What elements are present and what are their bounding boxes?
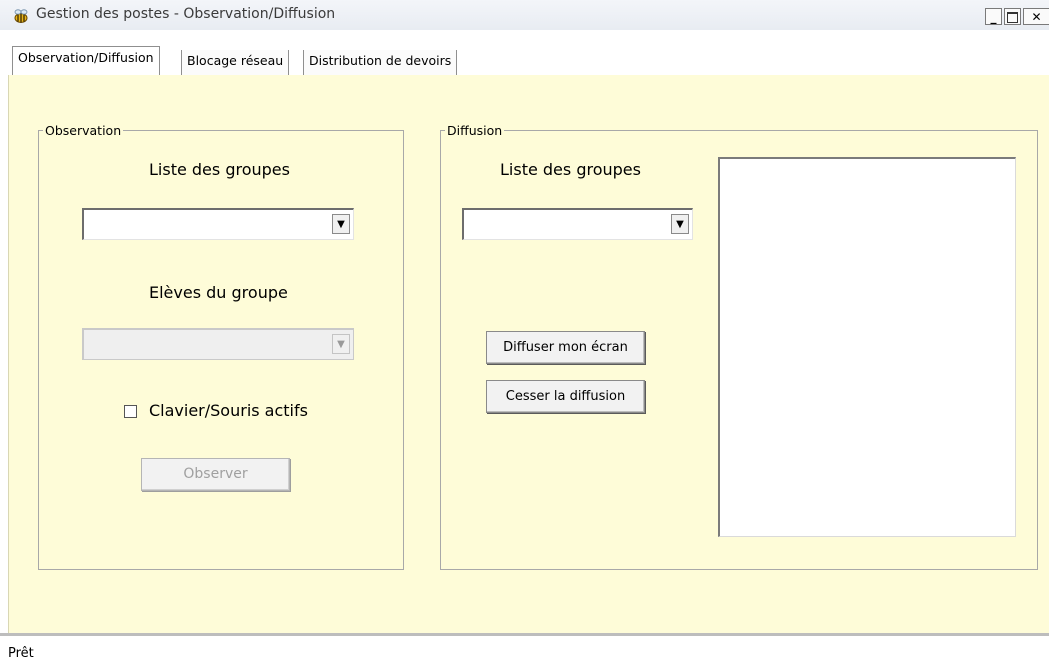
- broadcast-screen-button[interactable]: Diffuser mon écran: [486, 331, 645, 364]
- observation-legend: Observation: [43, 123, 124, 138]
- chevron-down-icon[interactable]: ▼: [332, 334, 350, 354]
- students-select[interactable]: ▼: [82, 328, 354, 360]
- diffusion-groups-label: Liste des groupes: [500, 160, 641, 179]
- window-title: Gestion des postes - Observation/Diffusi…: [36, 6, 336, 22]
- diffusion-listbox[interactable]: [718, 157, 1016, 537]
- tab-observation-diffusion[interactable]: Observation/Diffusion: [12, 46, 160, 76]
- tab-blocage-reseau[interactable]: Blocage réseau: [181, 50, 290, 75]
- diffusion-groups-select[interactable]: ▼: [462, 208, 693, 240]
- tab-label: Distribution de devoirs: [309, 53, 452, 68]
- close-button[interactable]: ✕: [1023, 8, 1049, 25]
- observe-button[interactable]: Observer: [141, 458, 290, 491]
- minimize-icon: _: [990, 10, 997, 24]
- observe-button-label: Observer: [183, 466, 248, 482]
- status-text: Prêt: [8, 646, 34, 661]
- close-icon: ✕: [1031, 10, 1042, 24]
- title-bar: Gestion des postes - Observation/Diffusi…: [0, 0, 1049, 31]
- tab-label: Blocage réseau: [187, 53, 284, 68]
- diffusion-legend: Diffusion: [445, 123, 505, 138]
- keyboard-mouse-checkbox[interactable]: [124, 405, 137, 418]
- chevron-down-icon[interactable]: ▼: [332, 214, 350, 234]
- chevron-down-icon[interactable]: ▼: [671, 214, 689, 234]
- observation-groups-label: Liste des groupes: [149, 160, 290, 179]
- tab-distribution-devoirs[interactable]: Distribution de devoirs: [303, 50, 458, 75]
- maximize-button[interactable]: [1004, 8, 1021, 25]
- status-bar: Prêt: [0, 633, 1049, 661]
- observation-groups-select[interactable]: ▼: [82, 208, 354, 240]
- minimize-button[interactable]: _: [985, 8, 1002, 25]
- students-label: Elèves du groupe: [149, 283, 288, 302]
- broadcast-screen-label: Diffuser mon écran: [503, 340, 628, 355]
- stop-broadcast-button[interactable]: Cesser la diffusion: [486, 380, 645, 413]
- maximize-icon: [1007, 12, 1018, 23]
- stop-broadcast-label: Cesser la diffusion: [505, 389, 626, 404]
- tab-label: Observation/Diffusion: [18, 50, 154, 65]
- bee-icon: [14, 9, 28, 23]
- keyboard-mouse-label[interactable]: Clavier/Souris actifs: [149, 401, 308, 420]
